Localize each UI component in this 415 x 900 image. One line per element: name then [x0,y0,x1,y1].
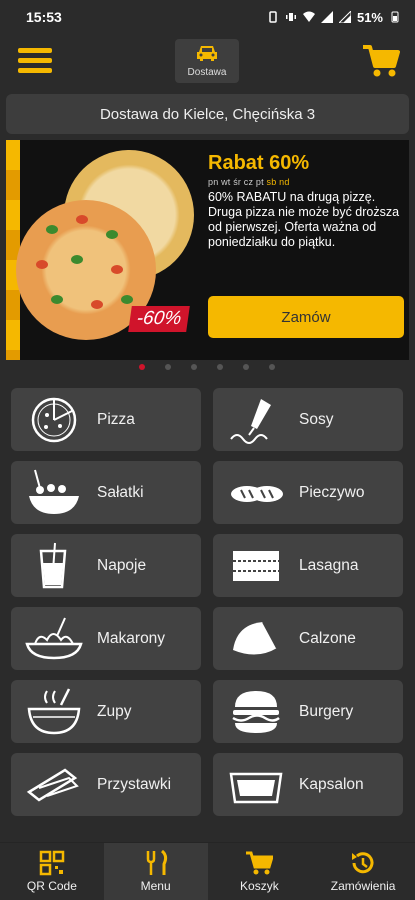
promo-banner[interactable]: -60% Rabat 60% pn wt śr cz pt sb nd 60% … [6,140,409,360]
signal-icon-2 [338,11,351,23]
discount-tag: -60% [128,306,190,332]
app-bar: Dostawa [0,36,415,88]
promo-days-inactive: pn wt śr cz pt [208,177,264,187]
category-grid: Pizza Sosy Sałatki Pieczywo Napoje Lasag… [11,388,404,816]
category-pizza[interactable]: Pizza [11,388,201,451]
appetizer-icon [26,767,79,802]
delivery-mode-label: Dostawa [187,67,227,78]
battery-icon [391,11,399,23]
vibrate-icon [285,13,296,21]
nav-menu[interactable]: Menu [103,843,208,900]
category-bread[interactable]: Pieczywo [213,461,403,524]
category-burgers[interactable]: Burgery [213,680,403,743]
category-label: Lasagna [299,556,359,574]
kapsalon-icon [229,772,283,803]
qr-code-icon [39,850,65,876]
carousel-dot-4[interactable] [217,364,223,370]
promo-description: 60% RABATU na drugą pizzę. Druga pizza n… [208,190,400,249]
category-appetizers[interactable]: Przystawki [11,753,201,816]
soup-icon [27,687,81,734]
category-drinks[interactable]: Napoje [11,534,201,597]
delivery-mode-button[interactable]: Dostawa [175,39,239,83]
promo-days: pn wt śr cz pt sb nd [208,177,290,187]
nav-label: Koszyk [240,879,279,893]
nav-qr-code[interactable]: QR Code [0,843,104,900]
drink-icon [39,542,67,588]
category-label: Napoje [97,556,147,574]
wifi-icon [302,11,315,22]
nav-label: Zamówienia [330,879,396,893]
notification-icon [269,11,277,23]
signal-icon [320,11,333,23]
nav-cart[interactable]: Koszyk [208,843,312,900]
category-label: Pieczywo [299,483,365,501]
bread-icon [231,485,283,502]
order-button[interactable]: Zamów [208,296,404,338]
car-icon [197,46,217,61]
carousel-dot-5[interactable] [243,364,249,370]
category-label: Przystawki [97,775,172,793]
calzone-icon [233,621,278,655]
category-kapsalon[interactable]: Kapsalon [213,753,403,816]
salad-icon [29,469,79,514]
category-soups[interactable]: Zupy [11,680,201,743]
promo-days-active: sb nd [266,177,290,187]
category-label: Calzone [299,629,356,647]
nav-label: QR Code [26,879,77,893]
carousel-dot-1[interactable] [139,364,145,370]
category-label: Sałatki [97,483,144,501]
carousel-dot-3[interactable] [191,364,197,370]
lasagna-icon [233,550,279,581]
category-sauces[interactable]: Sosy [213,388,403,451]
delivery-address-text: Dostawa do Kielce, Chęcińska 3 [99,105,316,123]
cart-icon[interactable] [362,44,400,78]
nav-label: Menu [140,879,171,893]
status-time: 15:53 [26,9,62,25]
category-calzone[interactable]: Calzone [213,607,403,670]
burger-icon [232,690,280,733]
category-label: Burgery [299,702,354,720]
orders-history-icon [352,852,374,874]
sauce-icon [230,398,271,444]
category-label: Sosy [299,410,334,428]
category-pasta[interactable]: Makarony [11,607,201,670]
carousel-dot-2[interactable] [165,364,171,370]
category-label: Makarony [97,629,166,647]
cart-icon [246,851,274,875]
category-label: Zupy [97,702,132,720]
pasta-icon [25,617,83,659]
menu-hamburger-icon[interactable] [18,46,52,76]
promo-title: Rabat 60% [208,152,310,174]
nav-orders[interactable]: Zamówienia [311,843,415,900]
category-lasagna[interactable]: Lasagna [213,534,403,597]
carousel-indicator [0,364,415,372]
category-label: Kapsalon [299,775,364,793]
category-salads[interactable]: Sałatki [11,461,201,524]
category-label: Pizza [97,410,135,428]
carousel-dot-6[interactable] [269,364,275,370]
pizza-icon [31,397,77,442]
menu-cutlery-icon [146,850,167,875]
bottom-navigation: QR Code Menu Koszyk Zamówienia [0,842,415,900]
status-bar: 15:53 51% [0,0,415,34]
delivery-address-bar[interactable]: Dostawa do Kielce, Chęcińska 3 [6,94,409,134]
battery-percent: 51% [356,9,383,25]
